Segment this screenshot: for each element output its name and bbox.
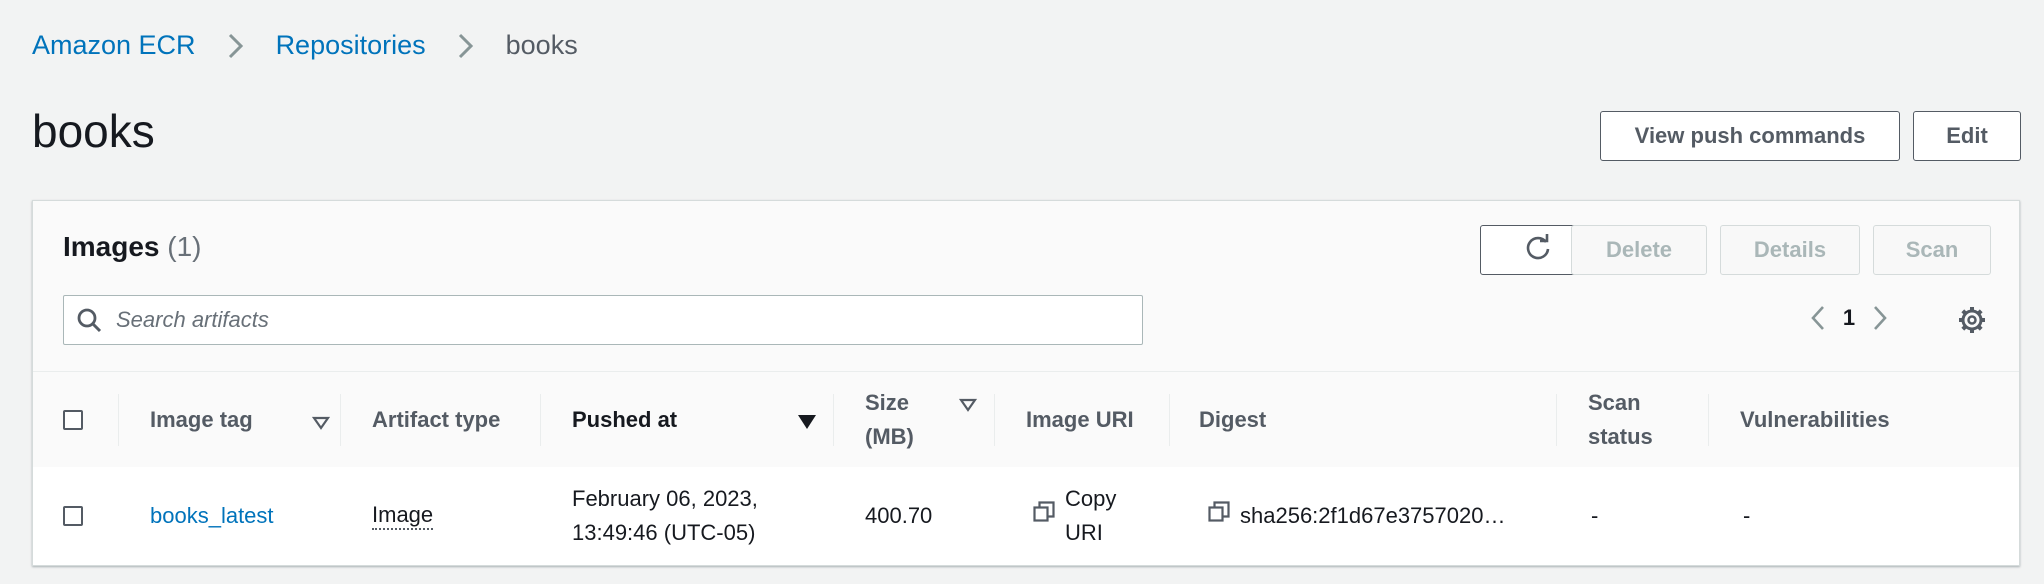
- chevron-right-icon: [446, 31, 486, 61]
- copy-uri-label-line1: Copy: [1065, 486, 1117, 511]
- copy-icon[interactable]: [1208, 499, 1230, 533]
- chevron-right-icon[interactable]: [1868, 303, 1892, 333]
- refresh-icon: [1524, 233, 1552, 267]
- column-scan-status[interactable]: Scan status: [1588, 372, 1653, 468]
- table-row: books_latest Image February 06, 2023, 13…: [33, 467, 2019, 565]
- breadcrumb: Amazon ECR Repositories books: [32, 30, 578, 61]
- vulnerabilities-value: -: [1743, 503, 1751, 528]
- column-scan-status-line2: status: [1588, 424, 1653, 449]
- image-tag-link[interactable]: books_latest: [150, 499, 274, 533]
- images-count: (1): [167, 231, 202, 262]
- sort-caret-outline-icon: [958, 392, 978, 418]
- size-value: 400.70: [865, 503, 933, 528]
- image-tag-cell: books_latest: [150, 467, 274, 565]
- search-box: [63, 295, 1143, 345]
- pagination: 1: [1806, 303, 1892, 333]
- pushed-at-cell: February 06, 2023, 13:49:46 (UTC-05): [572, 467, 758, 565]
- images-panel: Images (1) Delete Details Scan 1: [32, 200, 2020, 566]
- details-button[interactable]: Details: [1720, 225, 1860, 275]
- chevron-left-icon[interactable]: [1806, 303, 1830, 333]
- sort-caret-down-icon: [797, 410, 817, 436]
- breadcrumb-amazon-ecr-link[interactable]: Amazon ECR: [32, 30, 196, 61]
- copy-icon: [1033, 499, 1055, 533]
- search-input[interactable]: [114, 306, 1078, 334]
- column-pushed-at[interactable]: Pushed at: [572, 372, 817, 468]
- search-icon: [77, 308, 102, 333]
- edit-button[interactable]: Edit: [1913, 111, 2021, 161]
- copy-uri-label-line2: URI: [1065, 520, 1103, 545]
- digest-value: sha256:2f1d67e3757020…: [1240, 503, 1506, 528]
- artifact-type-cell: Image: [372, 467, 434, 565]
- settings-gear-icon[interactable]: [1957, 305, 1987, 335]
- column-image-tag-label: Image tag: [150, 407, 253, 432]
- scan-status-value: -: [1591, 503, 1599, 528]
- select-all-checkbox[interactable]: [63, 410, 83, 430]
- current-page-number[interactable]: 1: [1830, 305, 1868, 331]
- pushed-at-date: February 06, 2023,: [572, 486, 758, 511]
- images-title-text: Images: [63, 231, 160, 262]
- sort-caret-outline-icon: [311, 410, 331, 436]
- column-vulnerabilities: Vulnerabilities: [1740, 407, 1890, 432]
- breadcrumb-current: books: [505, 30, 578, 60]
- breadcrumb-repositories-link[interactable]: Repositories: [276, 30, 426, 61]
- view-push-commands-button[interactable]: View push commands: [1600, 111, 1900, 161]
- copy-uri-button[interactable]: Copy URI: [1033, 467, 1116, 565]
- column-size[interactable]: Size (MB): [865, 372, 978, 468]
- column-scan-status-line1: Scan: [1588, 390, 1641, 415]
- pushed-at-time: 13:49:46 (UTC-05): [572, 520, 756, 545]
- scan-button[interactable]: Scan: [1873, 225, 1991, 275]
- column-size-label-line2: (MB): [865, 424, 914, 449]
- column-digest: Digest: [1199, 407, 1267, 432]
- row-select-cell: [63, 467, 83, 565]
- artifact-type-value[interactable]: Image: [372, 502, 434, 530]
- table-header: Image tag Artifact type Pushed at Size (…: [33, 371, 2019, 469]
- chevron-right-icon: [216, 31, 256, 61]
- digest-cell: sha256:2f1d67e3757020…: [1208, 467, 1505, 565]
- row-checkbox[interactable]: [63, 506, 83, 526]
- column-image-tag[interactable]: Image tag: [150, 372, 331, 468]
- column-artifact-type[interactable]: Artifact type: [372, 372, 500, 468]
- delete-button[interactable]: Delete: [1571, 225, 1707, 275]
- select-all-cell: [63, 372, 83, 468]
- column-size-label-line1: Size: [865, 390, 910, 415]
- column-image-uri: Image URI: [1026, 407, 1134, 432]
- page-title: books: [32, 105, 155, 157]
- column-pushed-at-label: Pushed at: [572, 407, 678, 432]
- images-panel-title: Images (1): [63, 231, 202, 263]
